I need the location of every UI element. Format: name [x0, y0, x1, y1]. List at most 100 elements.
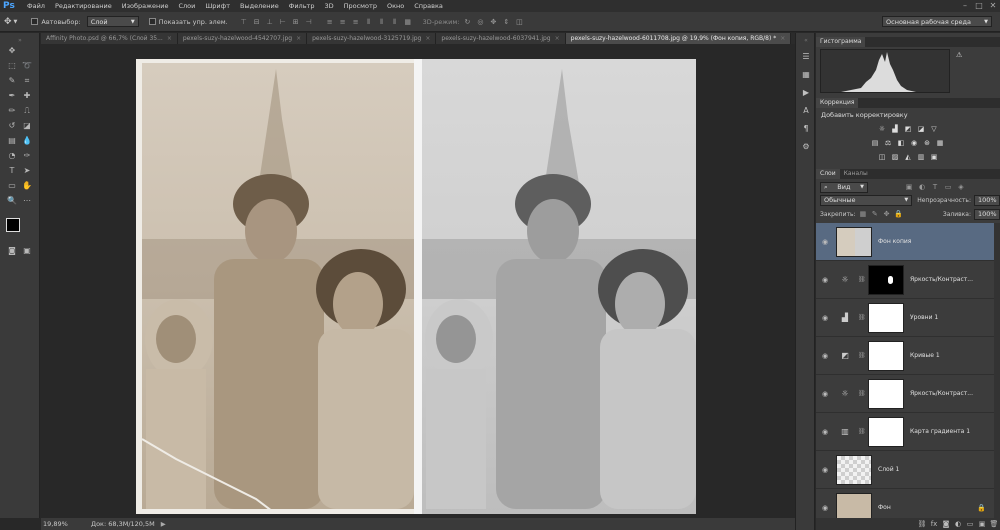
distribute-left-icon[interactable]: ⦀: [364, 17, 374, 27]
quick-select-tool-icon[interactable]: ✎: [6, 75, 18, 87]
layer-row[interactable]: ◉ ▟ ⛓ Уровни 1: [816, 299, 994, 337]
layer-mask-thumbnail[interactable]: [868, 340, 904, 371]
posterize-icon[interactable]: ▨: [891, 153, 899, 161]
histogram-tab[interactable]: Гистограмма: [816, 37, 866, 47]
layer-row[interactable]: ◉ Фон копия: [816, 223, 994, 261]
menu-layers[interactable]: Слои: [173, 0, 200, 12]
3d-slide-icon[interactable]: ⇕: [501, 17, 511, 27]
menu-image[interactable]: Изображение: [117, 0, 174, 12]
menu-view[interactable]: Просмотр: [339, 0, 382, 12]
workspace-dropdown[interactable]: Основная рабочая среда ▼: [882, 16, 992, 27]
healing-brush-tool-icon[interactable]: ✚: [21, 90, 33, 102]
lock-icon[interactable]: 🔒: [977, 504, 986, 512]
minimize-button[interactable]: –: [958, 0, 972, 12]
eye-icon[interactable]: ◉: [820, 504, 830, 512]
layer-name[interactable]: Карта градиента 1: [910, 428, 970, 435]
hue-saturation-icon[interactable]: ▤: [871, 139, 879, 147]
levels-icon[interactable]: ▟: [891, 125, 899, 133]
actions-panel-icon[interactable]: ▶: [800, 87, 812, 99]
distribute-top-icon[interactable]: ≡: [325, 17, 335, 27]
pen-tool-icon[interactable]: ✑: [21, 150, 33, 162]
align-hcenter-icon[interactable]: ⊞: [291, 17, 301, 27]
filter-pixel-icon[interactable]: ▣: [904, 182, 914, 192]
marquee-tool-icon[interactable]: ⬚: [6, 60, 18, 72]
layer-mask-thumbnail[interactable]: [868, 378, 904, 409]
lasso-tool-icon[interactable]: ➰: [21, 60, 33, 72]
menu-filter[interactable]: Фильтр: [284, 0, 320, 12]
layers-tab[interactable]: Слои: [816, 169, 840, 179]
more-tools-icon[interactable]: ⋯: [21, 195, 33, 207]
type-tool-icon[interactable]: T: [6, 165, 18, 177]
maximize-button[interactable]: □: [972, 0, 986, 12]
zoom-level[interactable]: 19,89%: [43, 520, 83, 528]
autoselect-checkbox[interactable]: [31, 18, 39, 25]
color-lookup-icon[interactable]: ▦: [936, 139, 944, 147]
layer-row[interactable]: ◉ ◩ ⛓ Кривые 1: [816, 337, 994, 375]
menu-window[interactable]: Окно: [382, 0, 409, 12]
hand-tool-icon[interactable]: ✋: [21, 180, 33, 192]
fx-icon[interactable]: fx: [928, 520, 940, 528]
document-canvas[interactable]: [136, 59, 696, 514]
crop-tool-icon[interactable]: ⌗: [21, 75, 33, 87]
eye-icon[interactable]: ◉: [820, 238, 830, 246]
move-tool-icon[interactable]: ✥: [6, 45, 18, 57]
layer-name[interactable]: Уровни 1: [910, 314, 938, 321]
layer-mask-thumbnail[interactable]: [868, 416, 904, 447]
lock-transparent-icon[interactable]: ▦: [859, 209, 868, 219]
layer-name[interactable]: Кривые 1: [910, 352, 940, 359]
new-adjustment-icon[interactable]: ◐: [952, 520, 964, 528]
distribute-vcenter-icon[interactable]: ≡: [338, 17, 348, 27]
menu-edit[interactable]: Редактирование: [50, 0, 117, 12]
eye-icon[interactable]: ◉: [820, 390, 830, 398]
menu-3d[interactable]: 3D: [319, 0, 338, 12]
menu-file[interactable]: Файл: [22, 0, 50, 12]
filter-smart-object-icon[interactable]: ◈: [956, 182, 966, 192]
color-balance-icon[interactable]: ⚖: [884, 139, 892, 147]
align-left-icon[interactable]: ⊢: [278, 17, 288, 27]
layer-mask-thumbnail[interactable]: [868, 302, 904, 333]
filter-shape-icon[interactable]: ▭: [943, 182, 953, 192]
channels-tab[interactable]: Каналы: [840, 169, 872, 179]
close-tab-icon[interactable]: ×: [167, 35, 172, 42]
eye-icon[interactable]: ◉: [820, 276, 830, 284]
close-window-button[interactable]: ✕: [986, 0, 1000, 12]
close-tab-icon[interactable]: ×: [555, 35, 560, 42]
threshold-icon[interactable]: ◭: [904, 153, 912, 161]
3d-scale-icon[interactable]: ◫: [514, 17, 524, 27]
link-icon[interactable]: ⛓: [858, 276, 866, 283]
layer-mask-thumbnail[interactable]: [868, 264, 904, 295]
eye-icon[interactable]: ◉: [820, 314, 830, 322]
tab-document-5[interactable]: pexels-suzy-hazelwood-6011708.jpg @ 19,9…: [565, 33, 792, 44]
distribute-bottom-icon[interactable]: ≡: [351, 17, 361, 27]
menu-type[interactable]: Шрифт: [200, 0, 235, 12]
link-icon[interactable]: ⛓: [858, 428, 866, 435]
black-white-icon[interactable]: ◧: [897, 139, 905, 147]
status-arrow-icon[interactable]: ▶: [161, 520, 166, 528]
layer-row[interactable]: ◉ ☼ ⛓ Яркость/Контраст...: [816, 375, 994, 413]
autoselect-dropdown[interactable]: Слой ▼: [86, 16, 139, 27]
fill-input[interactable]: 100%: [973, 208, 1000, 220]
selective-color-icon[interactable]: ▣: [930, 153, 938, 161]
close-tab-icon[interactable]: ×: [780, 35, 785, 42]
layer-row[interactable]: ◉ ▥ ⛓ Карта градиента 1: [816, 413, 994, 451]
link-icon[interactable]: ⛓: [858, 390, 866, 397]
gradient-tool-icon[interactable]: ▤: [6, 135, 18, 147]
3d-roll-icon[interactable]: ◎: [475, 17, 485, 27]
trash-icon[interactable]: 🗑: [988, 520, 1000, 528]
opacity-input[interactable]: 100%: [974, 194, 1000, 206]
tool-presets-icon[interactable]: ⚙: [800, 141, 812, 153]
eye-icon[interactable]: ◉: [820, 428, 830, 436]
show-controls-checkbox[interactable]: [148, 18, 156, 25]
layer-name[interactable]: Фон: [878, 504, 891, 511]
blend-mode-dropdown[interactable]: Обычные ▼: [820, 194, 913, 206]
auto-align-icon[interactable]: ▦: [403, 17, 413, 27]
channel-mixer-icon[interactable]: ⊛: [923, 139, 931, 147]
clone-stamp-tool-icon[interactable]: ⎍: [21, 105, 33, 117]
lock-position-icon[interactable]: ✥: [882, 209, 891, 219]
layer-name[interactable]: Фон копия: [878, 238, 911, 245]
layer-row[interactable]: ◉ ☼ ⛓ Яркость/Контраст...: [816, 261, 994, 299]
brightness-contrast-icon[interactable]: ☼: [878, 125, 886, 133]
layer-row[interactable]: ◉ Слой 1: [816, 451, 994, 489]
collapse-icon[interactable]: «: [800, 35, 812, 47]
screen-mode-icon[interactable]: ▣: [21, 245, 33, 257]
